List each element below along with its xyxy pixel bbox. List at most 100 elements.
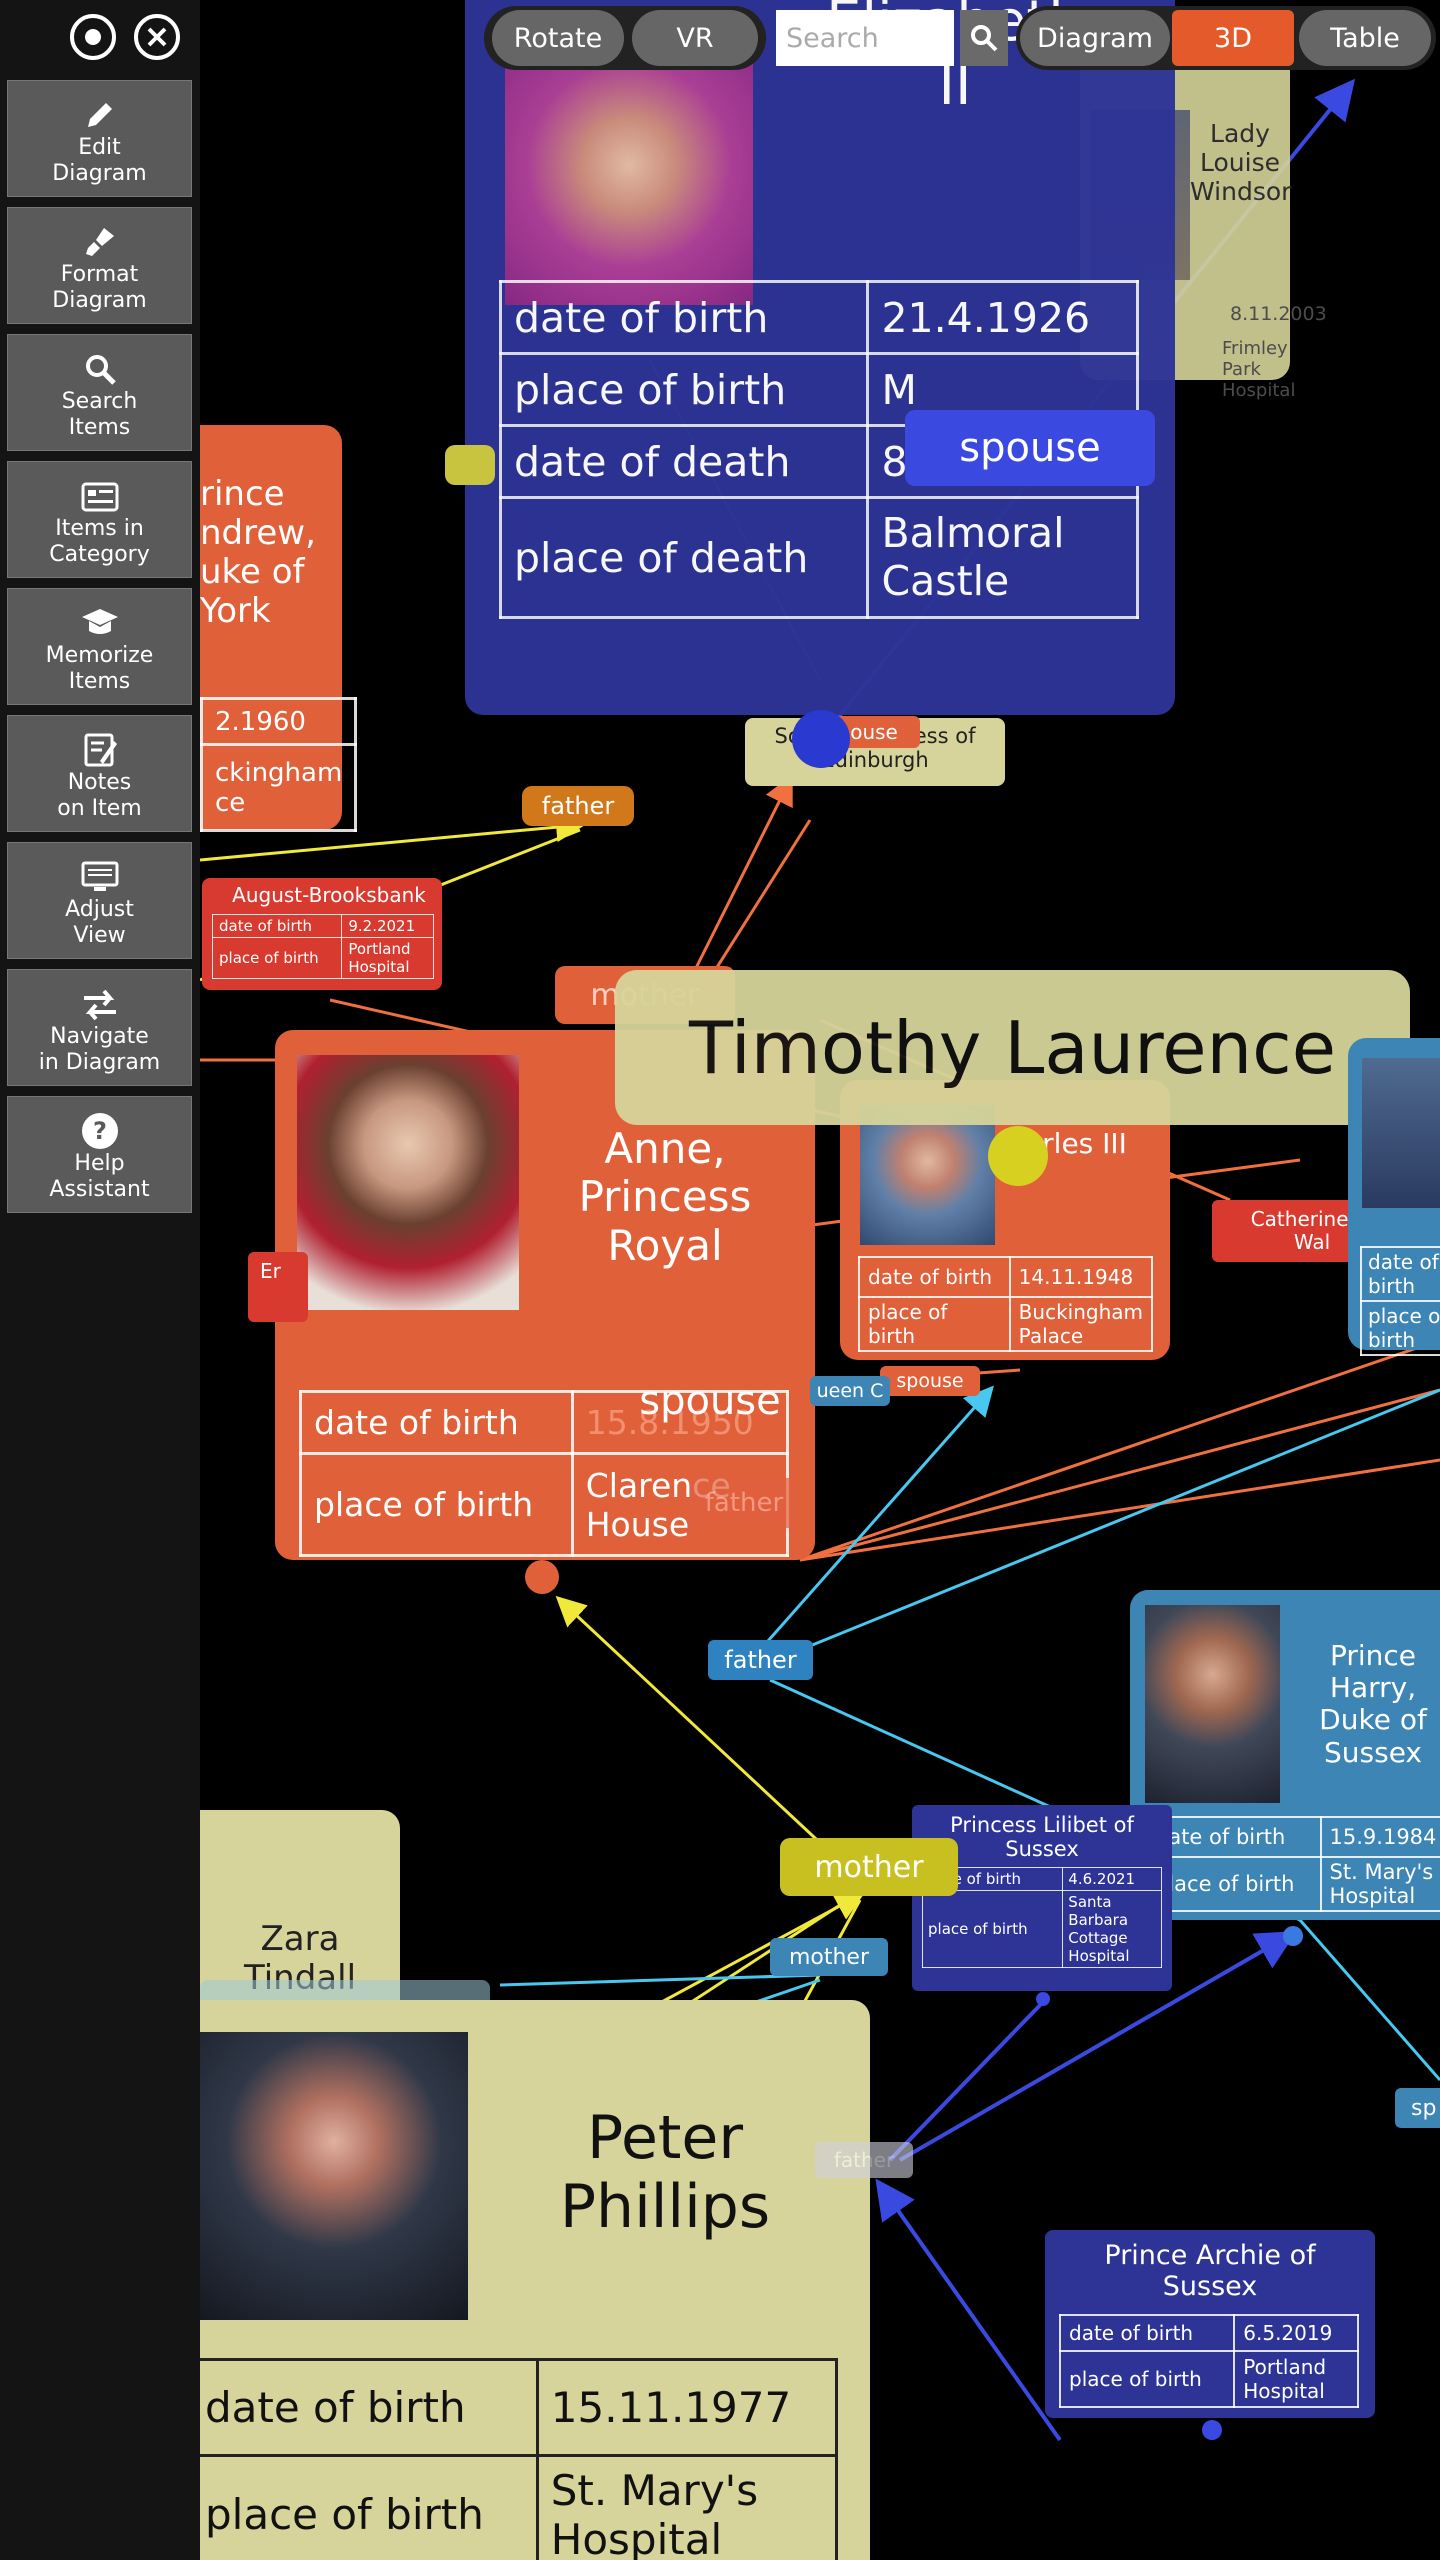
display-mode-group: Diagram 3D Table [1016,6,1436,70]
person-card-mia[interactable]: August-Brooksbank date of birth 9.2.2021 … [202,878,442,990]
3d-button[interactable]: 3D [1172,10,1294,66]
person-card-timothy-laurence[interactable]: Timothy Laurence [615,970,1410,1125]
diagram-canvas[interactable]: Lady Louise Windsor 8.11.2003 Frimley Pa… [200,0,1440,2560]
navigate-in-diagram-button[interactable]: Navigate in Diagram [7,969,192,1086]
graduation-cap-icon [81,609,118,634]
edge-label-spouse-partial[interactable]: sp [1395,2088,1440,2128]
person-card-partial[interactable]: Er [248,1252,308,1322]
pob-value: Portland Hospital [341,937,434,979]
person-photo [860,1105,995,1245]
person-card-lilibet[interactable]: Princess Lilibet of Sussex date of birth… [912,1805,1172,1991]
help-assistant-button[interactable]: ? Help Assistant [7,1096,192,1213]
pob-label: place of birth [1058,2350,1236,2408]
dob-value: 6.5.2019 [1233,2314,1359,2352]
person-name: Timothy Laurence [688,1006,1336,1090]
edge-label-stub [445,445,495,485]
format-diagram-button[interactable]: Format Diagram [7,207,192,324]
info-table: date of birth 4.6.2021 place of birth Sant… [921,1867,1162,1968]
info-table: date of birth 14.11.1948 place of birth Bu… [858,1256,1154,1352]
person-name: Er [260,1259,281,1283]
dob-value: 14.11.1948 [1008,1256,1154,1298]
memorize-items-button[interactable]: Memorize Items [7,588,192,705]
edge-line [888,1998,1047,2162]
pob-value: Portland Hospital [1233,2350,1359,2408]
person-card-partial-right[interactable]: date of birth place of birth [1348,1038,1440,1356]
info-table: date of birth 6.5.2019 place of birth Port… [1058,2314,1359,2408]
dob-label: date of birth [858,1256,1011,1298]
diagram-button[interactable]: Diagram [1020,10,1170,66]
close-circle-icon[interactable] [134,14,180,60]
dob-value: 15.11.1977 [535,2358,839,2457]
pob-label: place of birth [299,1452,574,1557]
pob-value: Buckingham Palace [1008,1296,1154,1352]
dod-label: date of death [498,424,870,499]
sidebar-item-label: Memorize Items [45,643,154,694]
edge-label-spouse[interactable]: spouse [585,1362,835,1440]
items-in-category-button[interactable]: Items in Category [7,461,192,578]
person-photo [1362,1058,1440,1208]
edge-label-spouse[interactable]: spouse [880,1366,980,1396]
search-input[interactable] [776,10,954,66]
person-photo [297,1055,519,1310]
table-button[interactable]: Table [1299,10,1431,66]
connector-dot [988,1126,1048,1186]
pencil-icon [87,103,112,127]
pod-value: Balmoral Castle [866,496,1139,619]
edge-label-father-faded[interactable]: father [815,2142,913,2178]
view-mode-group: Rotate VR [484,6,766,70]
person-card-peter-phillips[interactable]: Peter Phillips date of birth 15.11.1977 p… [200,2000,870,2560]
person-card-elizabeth-ii[interactable]: Elizabeth II date of birth 21.4.1926 plac… [465,0,1175,715]
connector-dot [1202,2420,1222,2440]
connector-dot [1283,1926,1303,1946]
magnifier-icon [971,25,998,52]
edge-label-spouse[interactable]: spouse [905,410,1155,486]
vr-button[interactable]: VR [632,10,758,66]
edge-label-mother[interactable]: mother [780,1838,958,1896]
person-name: Prince Harry, Duke of Sussex [1319,1639,1427,1769]
person-name: rince ndrew, uke of York [200,474,316,632]
person-name: Anne, Princess Royal [578,1124,752,1270]
info-table: date of birth 9.2.2021 place of birth Port… [211,914,434,979]
arrows-swap-icon [83,989,116,1021]
person-photo [505,50,753,305]
edit-diagram-button[interactable]: Edit Diagram [7,80,192,197]
pob-value: St. Mary's Hospital [535,2454,839,2560]
edge-label-partial[interactable]: ueen C [810,1376,890,1406]
edge-label-father-faded[interactable]: father [690,1478,798,1528]
adjust-view-button[interactable]: Adjust View [7,842,192,959]
connector-dot [792,710,850,768]
pob-value: Frimley Park Hospital [1222,338,1296,401]
rotate-button[interactable]: Rotate [492,10,624,66]
pob-value: Santa Barbara Cottage Hospital [1062,1890,1162,1968]
person-photo [1145,1605,1280,1803]
category-icon [81,482,118,512]
sidebar-item-label: Notes on Item [57,770,142,821]
help-circle-icon: ? [81,1113,118,1149]
connector-dot [525,1560,559,1594]
dob-label: date of birth [1145,1816,1322,1858]
person-card-archie[interactable]: Prince Archie of Sussex date of birth 6.5… [1045,2230,1375,2418]
sidebar-item-label: Format Diagram [52,262,147,313]
person-name: August-Brooksbank [232,883,426,907]
dob-label: date of birth [200,2358,539,2457]
info-table: date of birth 15.9.1984 place of birth St.… [1145,1816,1440,1912]
brush-icon [85,228,114,256]
person-card-harry[interactable]: Prince Harry, Duke of Sussex date of bir… [1130,1590,1440,1920]
edge-line [1298,1919,1440,2081]
sidebar-item-label: Search Items [61,389,138,440]
target-icon[interactable] [70,14,116,60]
dob-label: date of birth [498,280,870,355]
dob-label: date of birth [299,1390,574,1455]
svg-text:?: ? [93,1117,107,1145]
edge-label-father[interactable]: father [708,1640,813,1680]
dob-value: 8.11.2003 [1230,303,1327,325]
monitor-icon [81,861,118,891]
pob-label: place of birth [1360,1300,1440,1356]
search-button[interactable] [960,10,1008,66]
person-card-andrew[interactable]: rince ndrew, uke of York 2.1960 ckingham… [200,425,358,832]
search-items-button[interactable]: Search Items [7,334,192,451]
edge-label-mother[interactable]: mother [770,1938,888,1976]
dob-value: 21.4.1926 [866,280,1139,355]
edge-label-father[interactable]: father [522,786,634,826]
notes-on-item-button[interactable]: Notes on Item [7,715,192,832]
